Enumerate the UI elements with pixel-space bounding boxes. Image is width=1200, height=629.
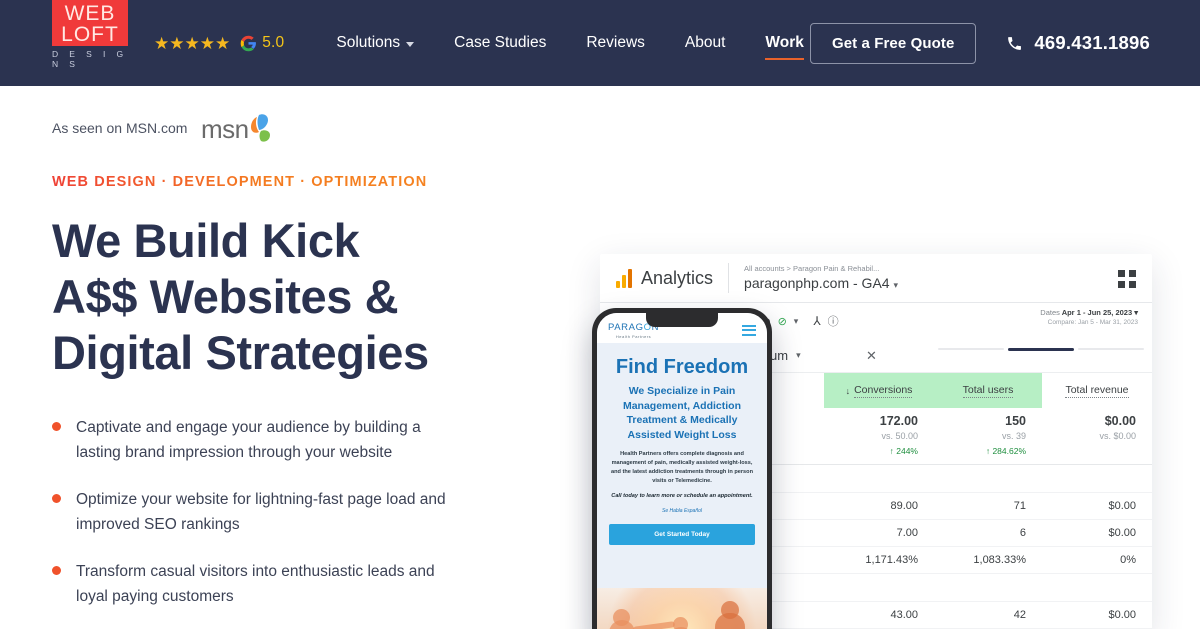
filter-funnel-icon[interactable]: ⅄ — [813, 314, 820, 328]
cell-conversions: 89.00 — [890, 500, 918, 512]
nav-item-solutions[interactable]: Solutions — [336, 34, 415, 52]
apps-grid-icon[interactable] — [1118, 270, 1136, 288]
phone-handset-icon — [1008, 36, 1022, 50]
logo-line-2: LOFT — [61, 22, 119, 46]
star-rating-icon: ★★★★★ — [154, 33, 231, 53]
cell-total-users: 150 vs. 39 ↑ 284.62% — [985, 414, 1026, 456]
analytics-brand-label: Analytics — [641, 267, 714, 288]
nav-item-work[interactable]: Work — [765, 34, 805, 60]
hamburger-menu-icon[interactable] — [742, 324, 756, 336]
bullet-dot-icon — [52, 422, 61, 431]
breadcrumb: All accounts > Paragon Pain & Rehabil... — [744, 263, 880, 273]
phone-notch — [646, 313, 718, 327]
cell-conversions: 43.00 — [890, 609, 918, 621]
cell-total-users: 71 — [1013, 500, 1026, 512]
svg-text:msn: msn — [201, 114, 249, 144]
cell-total-users: 42 — [1013, 609, 1026, 621]
press-mention: As seen on MSN.com msn — [52, 108, 552, 148]
chevron-down-icon: ▾ — [796, 350, 801, 360]
date-compare-value: Compare: Jan 5 - Mar 31, 2023 — [1047, 319, 1138, 326]
rating-score: 5.0 — [262, 34, 285, 51]
logo-line-1: WEB — [64, 1, 116, 25]
page-title: We Build Kick A$$ Websites & Digital Str… — [52, 214, 429, 379]
nav-item-reviews[interactable]: Reviews — [586, 34, 645, 52]
carousel-indicator[interactable] — [938, 348, 1144, 351]
date-range-value: Dates Apr 1 - Jun 25, 2023 ▾ — [1040, 308, 1138, 317]
list-item: Transform casual visitors into enthusias… — [52, 559, 552, 609]
hero-section: As seen on MSN.com msn WEB DESIGN · DEVE… — [0, 86, 1200, 629]
column-header-conversions[interactable]: ↓ Conversions — [824, 373, 934, 408]
bullet-text: Optimize your website for lightning-fast… — [76, 491, 446, 533]
phone-hero-content: Find Freedom We Specialize in Pain Manag… — [597, 343, 767, 545]
cell-total-revenue: $0.00 — [1108, 527, 1136, 539]
close-x-icon[interactable]: ✕ — [866, 348, 877, 364]
cell-conversions: 172.00 vs. 50.00 ↑ 244% — [879, 414, 918, 456]
phone-emphasis-text: Call today to learn more or schedule an … — [611, 493, 753, 499]
phone-screen: PARAGON Health Partners Find Freedom We … — [597, 313, 767, 629]
phone-number-link[interactable]: 469.431.1896 — [1006, 32, 1150, 54]
cell-total-revenue: $0.00 vs. $0.00 — [1099, 414, 1136, 441]
cell-conversions: 1,171.43% — [865, 554, 918, 566]
press-mention-text: As seen on MSN.com — [52, 120, 188, 136]
bullet-text: Captivate and engage your audience by bu… — [76, 419, 421, 461]
nav-item-case-studies[interactable]: Case Studies — [454, 34, 546, 52]
phone-subheadline: We Specialize in Pain Management, Addict… — [622, 385, 742, 441]
site-logo[interactable]: WEB LOFT D E S I G N S — [52, 0, 128, 82]
carousel-dot-3[interactable] — [1078, 348, 1144, 350]
hero-eyebrow: WEB DESIGN · DEVELOPMENT · OPTIMIZATION — [52, 174, 428, 190]
phone-headline: Find Freedom — [615, 356, 749, 378]
google-rating[interactable]: ★★★★★ 5.0 — [154, 34, 284, 52]
main-navigation: Solutions Case Studies Reviews About Wor… — [336, 34, 805, 60]
site-header: WEB LOFT D E S I G N S ★★★★★ 5.0 Solutio… — [0, 0, 1200, 86]
list-item: Optimize your website for lightning-fast… — [52, 487, 552, 537]
bullet-text: Transform casual visitors into enthusias… — [76, 563, 435, 605]
cell-total-users: 6 — [1019, 527, 1026, 539]
paragon-logo-subtitle: Health Partners — [615, 333, 652, 339]
google-g-icon — [240, 35, 257, 51]
nav-label-solutions: Solutions — [336, 34, 401, 51]
google-analytics-logo-icon — [616, 268, 632, 288]
analytics-property-name: paragonphp.com - GA4 ▾ — [744, 274, 898, 291]
phone-number-text: 469.431.1896 — [1034, 32, 1150, 53]
analytics-property-block[interactable]: All accounts > Paragon Pain & Rehabil...… — [744, 263, 898, 294]
carousel-dot-2[interactable] — [1008, 348, 1074, 351]
divider — [728, 263, 730, 293]
column-header-total-revenue[interactable]: Total revenue — [1042, 373, 1152, 408]
phone-paragraph: Health Partners offers complete diagnosi… — [610, 451, 754, 484]
logo-mark: WEB LOFT — [52, 0, 128, 46]
chevron-down-icon[interactable]: ▾ — [794, 316, 799, 327]
msn-logo-icon: msn — [201, 111, 276, 145]
get-a-free-quote-button[interactable]: Get a Free Quote — [809, 22, 977, 64]
analytics-column-headers: ↓ Conversions Total users Total revenue — [824, 373, 1152, 408]
header-actions: Get a Free Quote 469.431.1896 — [809, 22, 1150, 64]
list-item: Captivate and engage your audience by bu… — [52, 415, 552, 465]
hero-copy-column: As seen on MSN.com msn WEB DESIGN · DEVE… — [52, 108, 552, 629]
phone-cta-button[interactable]: Get Started Today — [609, 524, 755, 545]
column-header-total-users[interactable]: Total users — [934, 373, 1042, 408]
phone-hero-photo — [597, 588, 767, 629]
cell-total-revenue: $0.00 — [1108, 500, 1136, 512]
cell-total-revenue: $0.00 — [1108, 609, 1136, 621]
analytics-topbar: Analytics All accounts > Paragon Pain & … — [600, 254, 1152, 303]
cell-conversions: 7.00 — [896, 527, 918, 539]
carousel-dot-1[interactable] — [938, 348, 1004, 350]
phone-mockup: PARAGON Health Partners Find Freedom We … — [592, 308, 772, 629]
logo-tagline: D E S I G N S — [52, 48, 128, 69]
check-circle-icon: ⊘ — [777, 315, 787, 328]
bullet-dot-icon — [52, 494, 61, 503]
cell-total-revenue: 0% — [1120, 554, 1136, 566]
bullet-dot-icon — [52, 566, 61, 575]
chevron-down-icon — [406, 41, 415, 47]
nav-item-about[interactable]: About — [685, 34, 726, 52]
cell-total-users: 1,083.33% — [973, 554, 1026, 566]
analytics-date-range[interactable]: Dates Apr 1 - Jun 25, 2023 ▾ Compare: Ja… — [1040, 308, 1138, 326]
info-circle-icon[interactable]: ⓘ — [828, 313, 839, 329]
phone-spanish-link[interactable]: Se Habla Español — [609, 508, 755, 514]
hero-benefit-list: Captivate and engage your audience by bu… — [52, 415, 552, 609]
